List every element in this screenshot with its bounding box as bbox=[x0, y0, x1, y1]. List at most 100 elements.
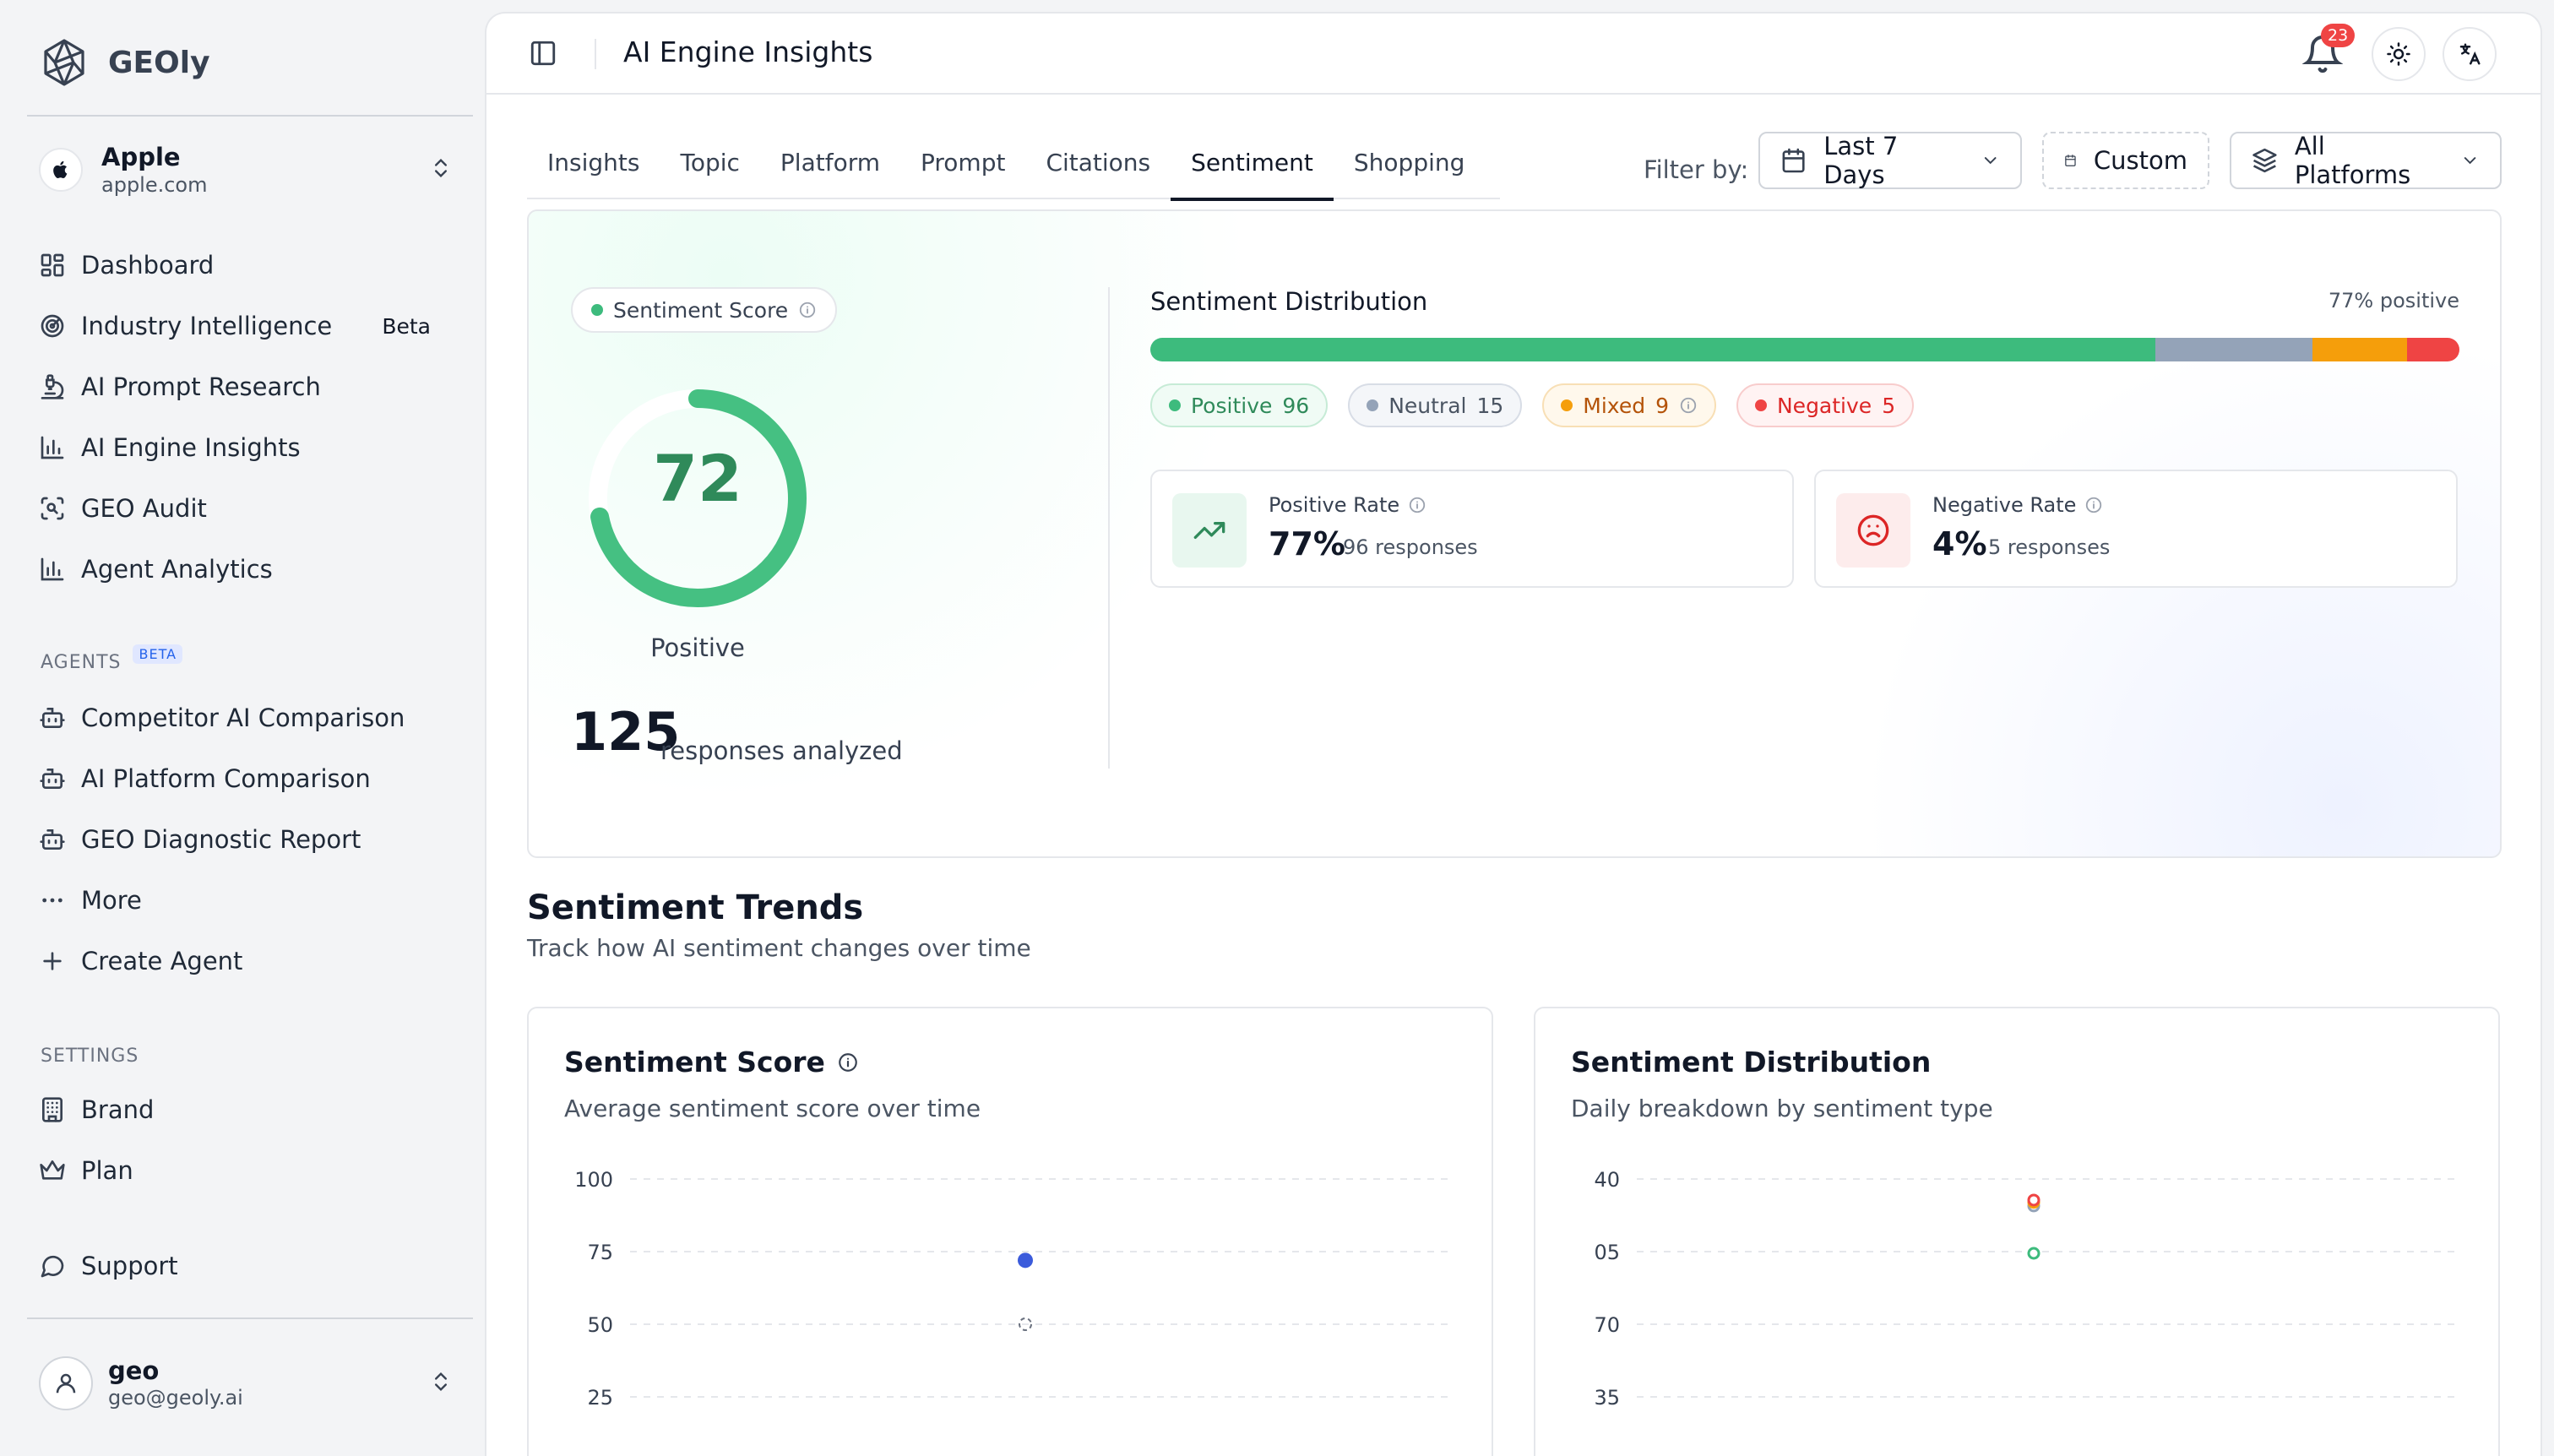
y-tick-label: 50 bbox=[587, 1313, 613, 1337]
sidebar-item-label: Competitor AI Comparison bbox=[81, 704, 405, 732]
page-title: AI Engine Insights bbox=[623, 35, 873, 68]
chip-label: Mixed bbox=[1583, 393, 1646, 418]
divider bbox=[27, 1317, 473, 1319]
info-icon[interactable] bbox=[798, 301, 817, 319]
agents-section-label: AGENTS BETA bbox=[41, 644, 183, 673]
platform-value: All Platforms bbox=[2294, 132, 2411, 189]
divider bbox=[595, 39, 596, 69]
sun-icon bbox=[2387, 42, 2410, 66]
chip-label: Neutral bbox=[1388, 393, 1467, 418]
sentiment-score-chart-card: Sentiment Score Average sentiment score … bbox=[527, 1007, 1493, 1456]
positive-rate-card: Positive Rate 77% 96 responses bbox=[1150, 470, 1794, 588]
negative-rate-value: 4% bbox=[1932, 525, 1987, 562]
sidebar-item-ai-platform-comparison[interactable]: AI Platform Comparison bbox=[39, 754, 453, 803]
y-tick-label: 75 bbox=[587, 1241, 613, 1264]
user-email: geo@geoly.ai bbox=[108, 1386, 243, 1410]
plus-icon bbox=[43, 952, 62, 970]
tab-topic[interactable]: Topic bbox=[660, 128, 759, 199]
y-tick-label: 25 bbox=[587, 1386, 613, 1410]
distribution-segment-negative bbox=[2406, 338, 2459, 361]
apple-logo-icon bbox=[53, 160, 68, 178]
info-icon[interactable] bbox=[837, 1051, 859, 1073]
positive-chip[interactable]: Positive 96 bbox=[1150, 383, 1329, 427]
sidebar-item-support[interactable]: Support bbox=[39, 1241, 453, 1290]
sidebar-item-more[interactable]: More bbox=[39, 876, 453, 925]
user-menu[interactable]: geo geo@geoly.ai bbox=[39, 1356, 453, 1410]
tab-citations[interactable]: Citations bbox=[1025, 128, 1171, 199]
sidebar-item-plan[interactable]: Plan bbox=[39, 1146, 453, 1195]
org-switcher[interactable]: Apple apple.com bbox=[39, 142, 453, 198]
beta-badge: Beta bbox=[382, 313, 431, 339]
user-name: geo bbox=[108, 1356, 160, 1385]
mixed-chip[interactable]: Mixed 9 bbox=[1542, 383, 1716, 427]
distribution-bar bbox=[1150, 338, 2459, 361]
sentiment-score-label: Sentiment Score bbox=[613, 297, 789, 323]
sidebar-item-geo-audit[interactable]: GEO Audit bbox=[39, 484, 453, 533]
sentiment-distribution-chart: 40 05 70 35 bbox=[1594, 1168, 2456, 1410]
chevron-down-icon bbox=[2464, 157, 2476, 165]
panel-left-icon[interactable] bbox=[529, 39, 557, 68]
negative-chip[interactable]: Negative 5 bbox=[1736, 383, 1915, 427]
chip-count: 5 bbox=[1882, 393, 1896, 418]
brand[interactable]: GEOly bbox=[39, 37, 210, 88]
tab-sentiment[interactable]: Sentiment bbox=[1171, 128, 1334, 201]
sidebar-item-geo-diagnostic-report[interactable]: GEO Diagnostic Report bbox=[39, 815, 453, 864]
info-icon[interactable] bbox=[1679, 396, 1698, 415]
platform-select[interactable]: All Platforms bbox=[2230, 132, 2502, 189]
translate-icon bbox=[2459, 43, 2481, 65]
tab-shopping[interactable]: Shopping bbox=[1334, 128, 1486, 199]
trending-up-icon bbox=[1193, 522, 1225, 539]
sidebar-item-brand[interactable]: Brand bbox=[39, 1085, 453, 1134]
app-name: GEOly bbox=[108, 45, 210, 80]
mixed-dot bbox=[1561, 399, 1573, 411]
sidebar-item-label: AI Prompt Research bbox=[81, 372, 321, 401]
settings-section-label: SETTINGS bbox=[41, 1046, 139, 1067]
layers-icon bbox=[2252, 148, 2277, 173]
tab-prompt[interactable]: Prompt bbox=[900, 128, 1025, 199]
sidebar-item-agent-analytics[interactable]: Agent Analytics bbox=[39, 545, 453, 594]
sidebar-item-label: Industry Intelligence bbox=[81, 312, 333, 340]
sidebar-item-label: Support bbox=[81, 1252, 178, 1280]
sentiment-score-chart: 100 75 50 25 bbox=[574, 1168, 1449, 1410]
main-panel: AI Engine Insights 23 Insights Topic Pla… bbox=[486, 14, 2540, 1456]
language-button[interactable] bbox=[2443, 27, 2497, 81]
positive-rate-title: Positive Rate bbox=[1269, 493, 1426, 517]
chart-subtitle: Average sentiment score over time bbox=[564, 1095, 981, 1122]
date-range-select[interactable]: Last 7 Days bbox=[1758, 132, 2022, 189]
frown-icon bbox=[1857, 514, 1889, 546]
topbar: AI Engine Insights 23 bbox=[486, 14, 2540, 95]
data-point[interactable] bbox=[2027, 1247, 2040, 1260]
sidebar-item-ai-prompt-research[interactable]: AI Prompt Research bbox=[39, 362, 453, 411]
chip-count: 15 bbox=[1476, 393, 1504, 418]
sidebar-item-create-agent[interactable]: Create Agent bbox=[39, 937, 453, 986]
building-icon bbox=[42, 1097, 62, 1122]
distribution-segment-mixed bbox=[2312, 338, 2407, 361]
info-icon[interactable] bbox=[2084, 496, 2103, 514]
sidebar-item-label: GEO Diagnostic Report bbox=[81, 825, 361, 854]
sidebar: GEOly Apple apple.com Dashboard Industry… bbox=[0, 0, 486, 1456]
y-tick-label: 35 bbox=[1594, 1386, 1620, 1410]
trends-title: Sentiment Trends bbox=[527, 888, 864, 927]
tab-insights[interactable]: Insights bbox=[527, 128, 660, 199]
neutral-chip[interactable]: Neutral 15 bbox=[1348, 383, 1523, 427]
data-point[interactable] bbox=[2027, 1193, 2040, 1207]
custom-date-button[interactable]: Custom bbox=[2042, 132, 2209, 189]
org-name: Apple bbox=[101, 143, 181, 171]
info-icon[interactable] bbox=[1408, 496, 1426, 514]
divider bbox=[1108, 287, 1110, 769]
sidebar-item-ai-engine-insights[interactable]: AI Engine Insights bbox=[39, 423, 453, 472]
rate-icon-box bbox=[1836, 493, 1910, 568]
trends-subtitle: Track how AI sentiment changes over time bbox=[527, 934, 1031, 962]
sidebar-item-label: Plan bbox=[81, 1156, 133, 1185]
data-point[interactable] bbox=[1018, 1252, 1033, 1269]
sidebar-item-industry-intelligence[interactable]: Industry Intelligence Beta bbox=[39, 302, 453, 350]
tab-platform[interactable]: Platform bbox=[760, 128, 900, 199]
bot-icon bbox=[40, 708, 65, 728]
notification-count-badge: 23 bbox=[2321, 24, 2356, 47]
sidebar-item-competitor-ai-comparison[interactable]: Competitor AI Comparison bbox=[39, 693, 453, 742]
microscope-icon bbox=[41, 374, 64, 399]
sidebar-item-dashboard[interactable]: Dashboard bbox=[39, 241, 453, 290]
distribution-percent: 77% positive bbox=[2328, 289, 2459, 312]
negative-rate-card: Negative Rate 4% 5 responses bbox=[1814, 470, 2458, 588]
theme-toggle-button[interactable] bbox=[2372, 27, 2426, 81]
